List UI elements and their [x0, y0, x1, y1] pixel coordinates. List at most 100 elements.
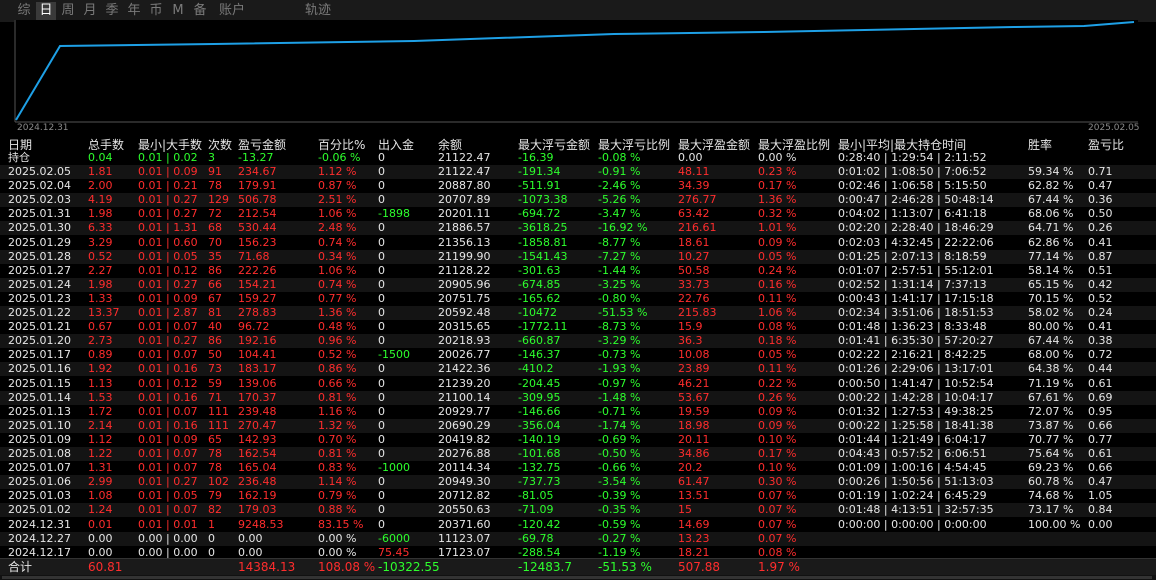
cell-min-max-lots: 0.01 | 0.09 — [138, 165, 198, 178]
table-row[interactable]: 2025.01.06 2.99 0.01 | 0.27 102 236.48 1.14 %… — [0, 475, 1156, 490]
cell-pnl-amount: 222.26 — [238, 263, 277, 277]
table-row[interactable]: 2025.01.15 1.13 0.01 | 0.12 59 139.06 0.66 % 0… — [0, 377, 1156, 391]
cell-pnl-amount: 179.03 — [238, 503, 277, 517]
table-row[interactable]: 2024.12.27 0.00 0.00 | 0.00 0 0.00 0.00 % -600… — [0, 531, 1156, 546]
tab-notes[interactable]: 备 — [190, 2, 210, 20]
table-row[interactable]: 2025.01.31 1.98 0.01 | 0.27 72 212.54 1.06 % -… — [0, 207, 1156, 221]
header-total-lots[interactable]: 总手数 — [88, 138, 124, 152]
table-row[interactable]: 2025.01.27 2.27 0.01 | 0.12 86 222.26 1.06 % 0… — [0, 264, 1156, 278]
cell-max-float-profit: 10.27 — [678, 249, 710, 263]
cell-pnl-percent: 0.81 % — [318, 390, 357, 404]
header-pnl-amount[interactable]: 盈亏金额 — [238, 138, 286, 152]
table-row[interactable]: 2025.01.21 0.67 0.01 | 0.07 40 96.72 0.48 % 0 2… — [0, 320, 1156, 334]
tab-week[interactable]: 周 — [58, 2, 78, 20]
header-balance[interactable]: 余额 — [438, 138, 462, 152]
tab-bar: 综 日 周 月 季 年 币 M 备 账户 轨迹 — [0, 0, 1156, 22]
header-max-float-profit[interactable]: 最大浮盈金额 — [678, 138, 750, 152]
cell-pnl-amount: 270.47 — [238, 418, 277, 432]
cell-deposit-withdraw: 0 — [378, 503, 385, 517]
table-row[interactable]: 2025.01.13 1.72 0.01 | 0.07 111 239.48 1.16 %… — [0, 405, 1156, 419]
table-row[interactable]: 2024.12.31 0.01 0.01 | 0.01 1 9248.53 83.15 %… — [0, 518, 1156, 532]
cell-total-lots: 2.99 — [88, 475, 113, 489]
header-max-float-profit-pct[interactable]: 最大浮盈比例 — [758, 138, 830, 152]
cell-trade-count: 78 — [208, 179, 222, 193]
tab-account[interactable]: 账户 — [216, 2, 248, 20]
table-row[interactable]: 2025.01.24 1.98 0.01 | 0.27 66 154.21 0.74 % 0… — [0, 277, 1156, 292]
cell-min-max-lots: 0.01 | 2.87 — [138, 306, 198, 319]
header-pnl-percent[interactable]: 百分比% — [318, 138, 365, 152]
cell-pnl-percent: 1.32 % — [318, 418, 357, 432]
tab-quarter[interactable]: 季 — [102, 2, 122, 20]
header-pnl-ratio[interactable]: 盈亏比 — [1088, 138, 1124, 152]
table-row[interactable]: 2025.01.03 1.08 0.01 | 0.05 79 162.19 0.79 % 0… — [0, 489, 1156, 503]
cell-pnl-amount: 162.19 — [238, 489, 277, 503]
cell-max-float-profit-pct: 0.22 % — [758, 376, 797, 390]
cell-hold-time: 0:02:34 | 3:51:06 | 18:51:53 — [838, 306, 994, 319]
header-win-rate[interactable]: 胜率 — [1028, 138, 1052, 152]
table-row[interactable]: 2025.01.02 1.24 0.01 | 0.07 82 179.03 0.88 % 0… — [0, 503, 1156, 518]
cell-win-rate: 58.14 % — [1028, 263, 1074, 277]
horizontal-scrollbar[interactable] — [0, 575, 1156, 580]
cell-deposit-withdraw: -1000 — [378, 461, 410, 475]
table-row[interactable]: 2025.01.16 1.92 0.01 | 0.16 73 183.17 0.86 % 0… — [0, 362, 1156, 377]
cell-date: 2024.12.27 — [8, 531, 71, 545]
table-row[interactable]: 2025.01.22 13.37 0.01 | 2.87 81 278.83 1.36 %… — [0, 306, 1156, 320]
cell-min-max-lots: 0.01 | 0.60 — [138, 235, 198, 249]
cell-pnl-percent: 83.15 % — [318, 517, 364, 531]
table-row[interactable]: 2025.02.03 4.19 0.01 | 0.27 129 506.78 2.51 %… — [0, 193, 1156, 208]
cell-max-float-loss: -3618.25 — [518, 221, 568, 235]
cell-trade-count: 91 — [208, 165, 222, 178]
total-max-float-loss-pct: -51.53 % — [598, 560, 652, 574]
cell-trade-count: 72 — [208, 207, 222, 221]
cell-total-lots: 1.24 — [88, 503, 113, 517]
header-max-float-loss[interactable]: 最大浮亏金额 — [518, 138, 590, 152]
cell-max-float-profit-pct: 0.09 % — [758, 235, 797, 249]
tab-currency[interactable]: 币 — [146, 2, 166, 20]
tab-m[interactable]: M — [170, 2, 186, 20]
cell-balance: 21199.90 — [438, 249, 491, 263]
cell-balance: 20707.89 — [438, 193, 491, 207]
cell-date: 2025.02.04 — [8, 179, 71, 193]
table-row[interactable]: 2025.01.28 0.52 0.01 | 0.05 35 71.68 0.34 % 0 2… — [0, 249, 1156, 264]
cell-total-lots: 0.52 — [88, 249, 113, 263]
header-date[interactable]: 日期 — [8, 138, 32, 152]
cell-trade-count: 65 — [208, 432, 222, 446]
header-trade-count[interactable]: 次数 — [208, 138, 232, 152]
cell-max-float-loss: -71.09 — [518, 503, 554, 517]
cell-min-max-lots: 0.01 | 0.27 — [138, 334, 198, 348]
header-max-float-loss-pct[interactable]: 最大浮亏比例 — [598, 138, 670, 152]
table-row[interactable]: 2025.01.08 1.22 0.01 | 0.07 78 162.54 0.81 % 0… — [0, 447, 1156, 461]
header-min-max-lots[interactable]: 最小|大手数 — [138, 138, 202, 152]
scrollbar-thumb[interactable] — [2, 576, 1152, 579]
cell-win-rate: 62.82 % — [1028, 179, 1074, 193]
table-row[interactable]: 2025.01.07 1.31 0.01 | 0.07 78 165.04 0.83 % -… — [0, 461, 1156, 475]
table-row[interactable]: 2025.01.14 1.53 0.01 | 0.16 71 170.37 0.81 % 0… — [0, 390, 1156, 405]
cell-deposit-withdraw: 0 — [378, 249, 385, 263]
cell-pnl-ratio: 0.41 — [1088, 320, 1113, 334]
cell-min-max-lots: 0.01 | 0.07 — [138, 348, 198, 362]
cell-max-float-profit: 10.08 — [678, 348, 710, 362]
cell-balance: 20026.77 — [438, 348, 491, 362]
table-row[interactable]: 2025.01.09 1.12 0.01 | 0.09 65 142.93 0.70 % 0… — [0, 433, 1156, 447]
tab-trajectory[interactable]: 轨迹 — [302, 2, 334, 20]
table-row[interactable]: 2025.02.05 1.81 0.01 | 0.09 91 234.67 1.12 % 0… — [0, 165, 1156, 179]
header-hold-time[interactable]: 最小|平均|最大持仓时间 — [838, 138, 966, 152]
table-row[interactable]: 2025.01.20 2.73 0.01 | 0.27 86 192.16 0.96 % 0… — [0, 334, 1156, 349]
tab-overview[interactable]: 综 — [14, 2, 34, 20]
cell-max-float-loss-pct: -3.54 % — [598, 475, 641, 489]
tab-year[interactable]: 年 — [124, 2, 144, 20]
cell-win-rate: 70.77 % — [1028, 432, 1074, 446]
table-row[interactable]: 2025.01.30 6.33 0.01 | 1.31 68 530.44 2.48 % 0… — [0, 221, 1156, 236]
table-row[interactable]: 2025.02.04 2.00 0.01 | 0.21 78 179.91 0.87 % 0… — [0, 179, 1156, 193]
cell-pnl-percent: 0.74 % — [318, 277, 357, 291]
cell-max-float-loss-pct: -0.97 % — [598, 376, 641, 390]
table-row[interactable]: 2025.01.23 1.33 0.01 | 0.09 67 159.27 0.77 % 0… — [0, 292, 1156, 306]
table-row[interactable]: 2025.01.17 0.89 0.01 | 0.07 50 104.41 0.52 % -… — [0, 348, 1156, 362]
tab-month[interactable]: 月 — [80, 2, 100, 20]
tab-day[interactable]: 日 — [36, 2, 56, 20]
cell-deposit-withdraw: 0 — [378, 376, 385, 390]
table-row[interactable]: 2025.01.29 3.29 0.01 | 0.60 70 156.23 0.74 % 0… — [0, 236, 1156, 250]
table-row[interactable]: 2025.01.10 2.14 0.01 | 0.16 111 270.47 1.32 %… — [0, 418, 1156, 433]
cell-pnl-ratio: 0.66 — [1088, 461, 1113, 475]
header-deposit-withdraw[interactable]: 出入金 — [378, 138, 414, 152]
